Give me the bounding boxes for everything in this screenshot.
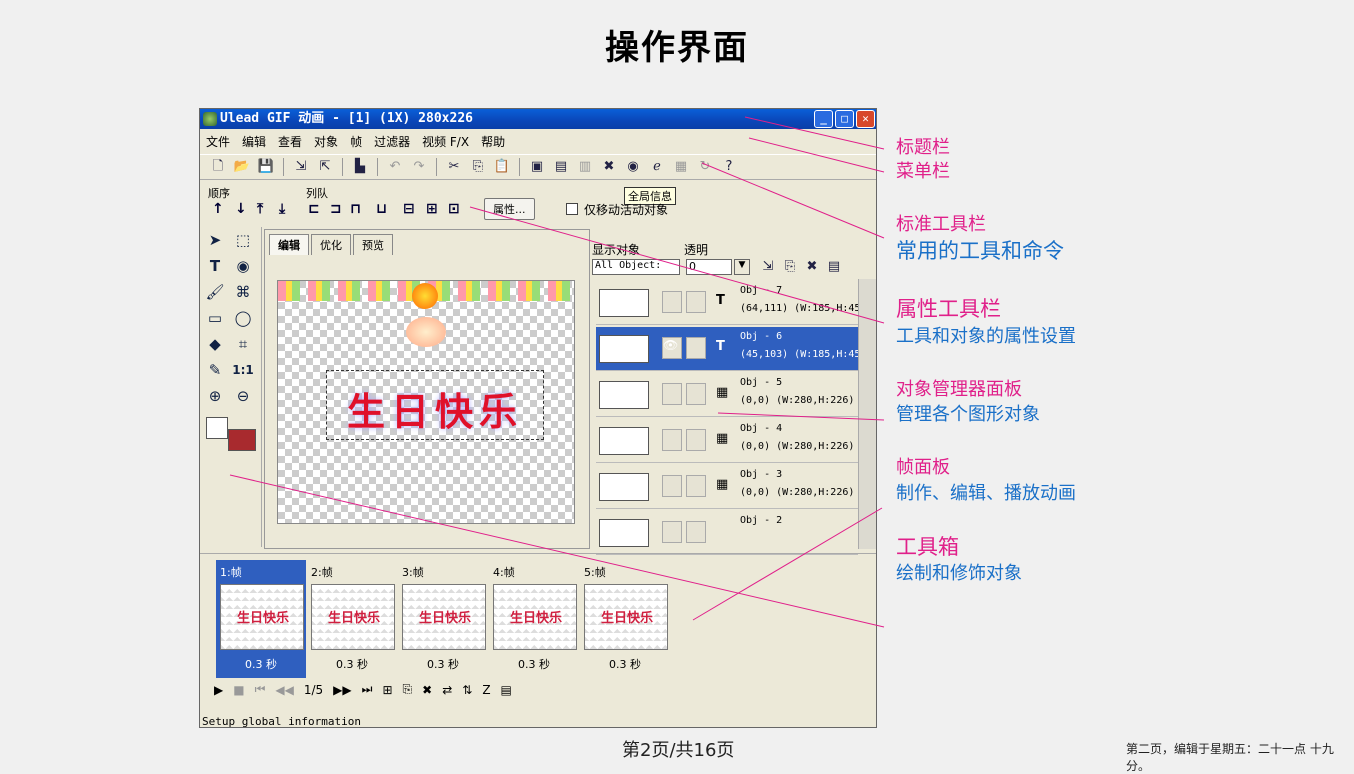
callout-menu-bar: 菜单栏 [896,161,950,182]
callout-lines [229,116,885,628]
callout-object-manager: 对象管理器面板 [896,379,1022,400]
footer-timestamp: 第二页，编辑于星期五：二十一点 十九分。 [1126,742,1334,773]
callout-standard-toolbar-desc: 常用的工具和命令 [896,239,1064,263]
callout-frame-panel: 帧面板 [896,457,950,478]
callout-object-manager-desc: 管理各个图形对象 [896,404,1040,425]
callout-frame-panel-desc: 制作、编辑、播放动画 [896,483,1076,504]
callout-toolbox-desc: 绘制和修饰对象 [896,563,1022,584]
callout-title-bar: 标题栏 [896,137,950,158]
callout-toolbox: 工具箱 [896,535,959,559]
page-number: 第2页/共16页 [622,740,735,761]
callout-property-toolbar: 属性工具栏 [896,297,1001,321]
callout-standard-toolbar: 标准工具栏 [896,214,986,235]
callout-property-toolbar-desc: 工具和对象的属性设置 [896,326,1076,347]
